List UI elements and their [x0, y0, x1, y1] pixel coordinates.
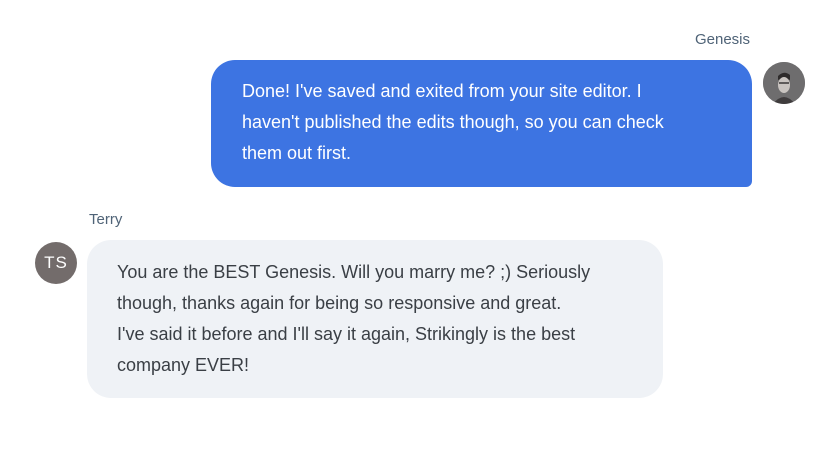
- avatar-terry[interactable]: TS: [35, 242, 77, 284]
- message-bubble-terry: You are the BEST Genesis. Will you marry…: [87, 240, 663, 398]
- message-bubble-genesis: Done! I've saved and exited from your si…: [211, 60, 752, 187]
- sender-name-genesis: Genesis: [694, 31, 750, 48]
- sender-name-terry: Terry: [89, 211, 123, 228]
- person-photo-icon: [763, 62, 805, 104]
- avatar-initials: TS: [44, 253, 68, 272]
- avatar-genesis[interactable]: [763, 62, 805, 104]
- chat-thread: Genesis Done! I've saved and exited from…: [0, 0, 829, 453]
